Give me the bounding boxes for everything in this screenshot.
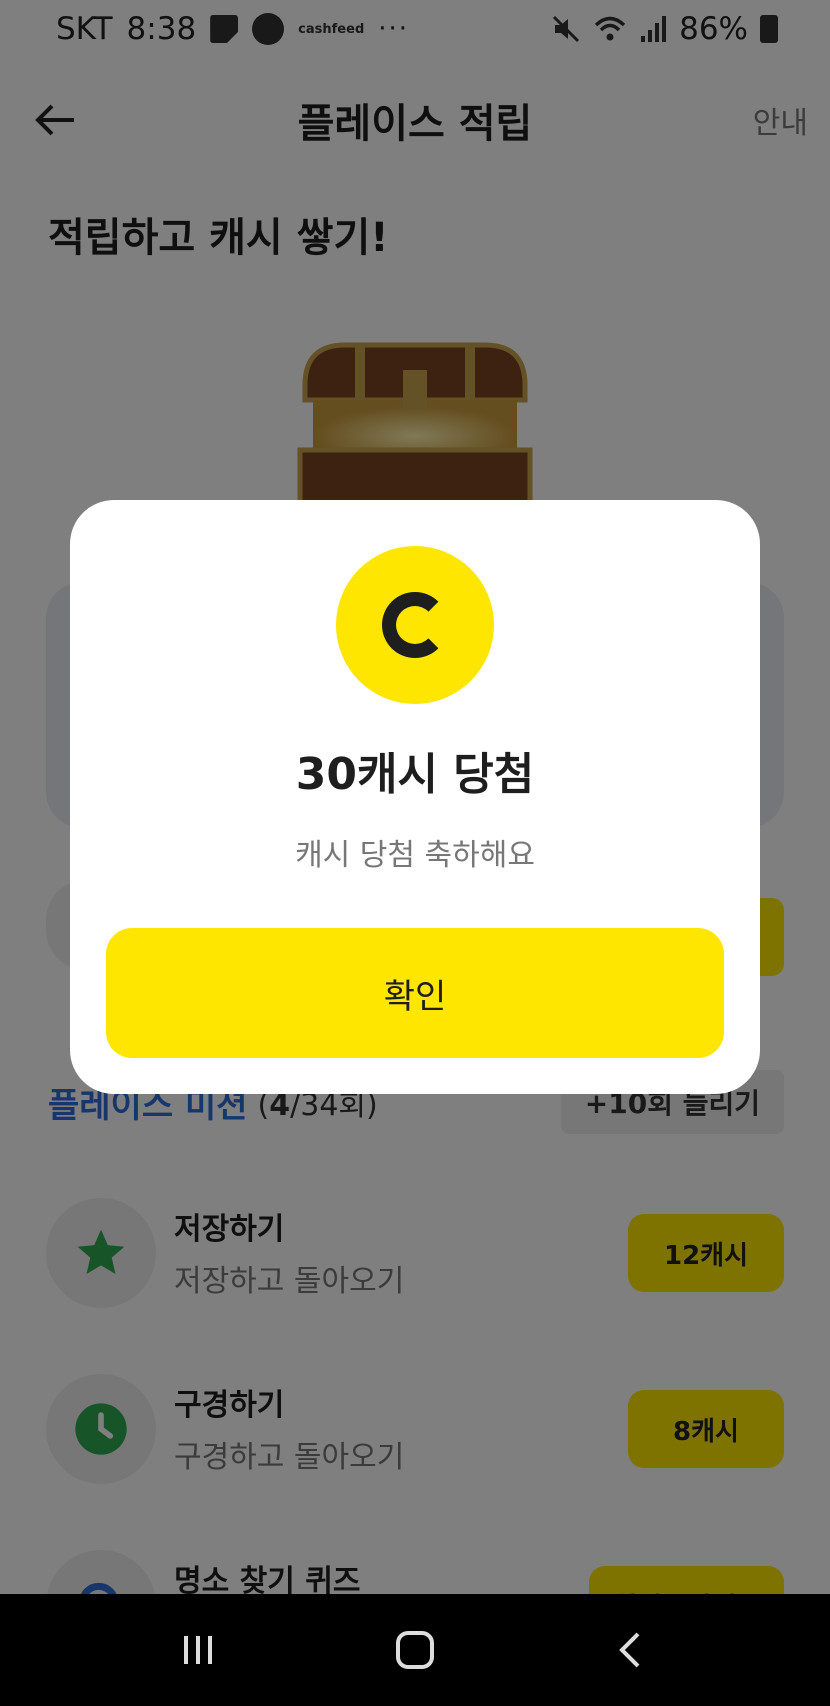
confirm-button[interactable]: 확인 xyxy=(106,928,724,1058)
screen: SKT 8:38 cash feed ··· xyxy=(0,0,830,1706)
modal-subtitle: 캐시 당첨 축하해요 xyxy=(295,838,535,873)
reward-modal: 30캐시 당첨 캐시 당첨 축하해요 확인 xyxy=(70,500,760,1094)
modal-title: 30캐시 당첨 xyxy=(295,749,535,800)
back-icon[interactable] xyxy=(592,1610,672,1690)
navigation-bar xyxy=(0,1594,830,1706)
recent-apps-icon[interactable] xyxy=(158,1610,238,1690)
home-icon[interactable] xyxy=(375,1610,455,1690)
coin-letter-c xyxy=(382,592,448,658)
cash-coin-icon xyxy=(336,546,494,704)
